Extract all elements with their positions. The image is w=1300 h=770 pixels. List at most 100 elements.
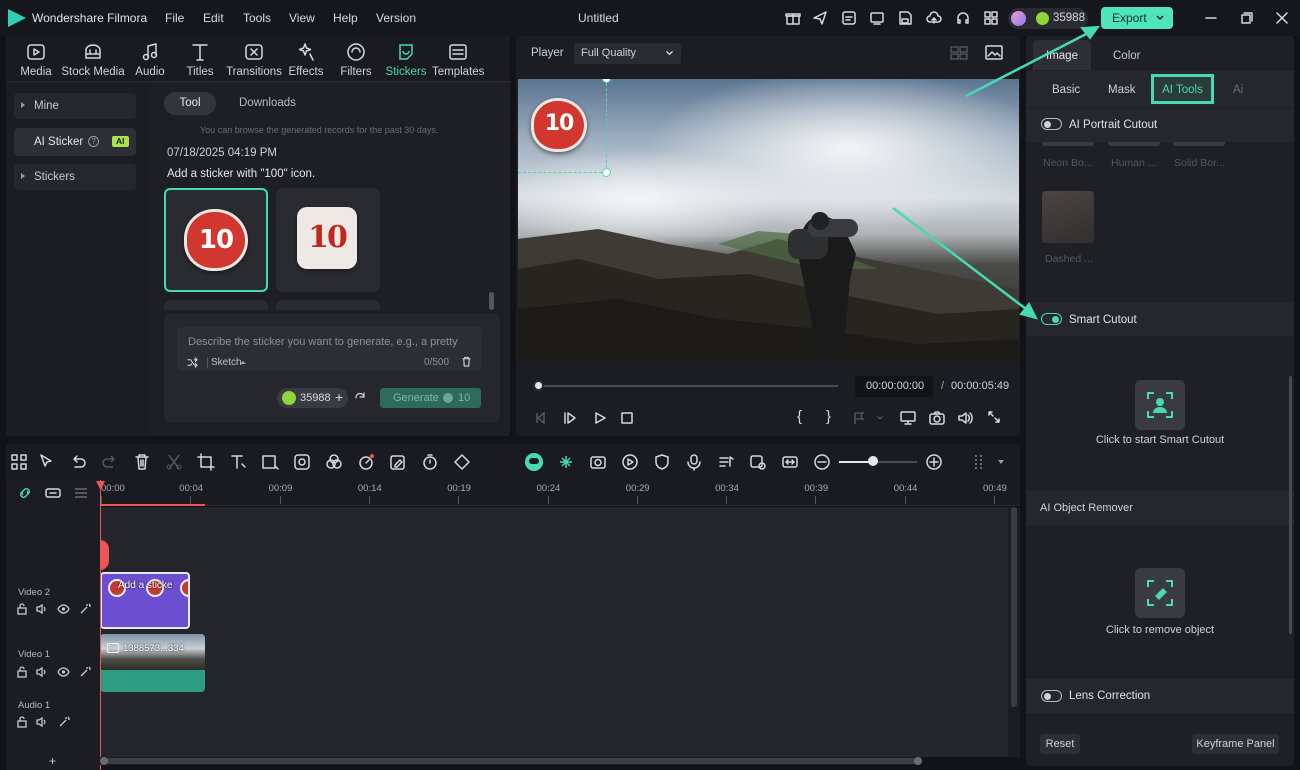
effect-thumb[interactable]	[1173, 142, 1225, 146]
minimize-icon[interactable]	[1205, 12, 1217, 24]
toolbar-filters[interactable]: Filters	[334, 42, 378, 80]
lock-icon[interactable]	[16, 716, 28, 728]
render-icon[interactable]	[621, 453, 639, 471]
tab-image[interactable]: Image	[1033, 40, 1091, 70]
smart-cutout-toggle[interactable]	[1041, 313, 1062, 325]
trash-icon[interactable]	[461, 356, 472, 367]
ai-assist-icon[interactable]	[525, 453, 543, 471]
marker-icon[interactable]	[852, 411, 866, 425]
redo-icon[interactable]	[101, 453, 119, 471]
credits-pill[interactable]: 35988	[1008, 8, 1088, 29]
toolbar-media[interactable]: Media	[14, 42, 58, 80]
video-clip[interactable]: 1388573...334	[100, 634, 205, 692]
tab-tool[interactable]: Tool	[164, 92, 216, 115]
zoom-out-icon[interactable]	[813, 453, 831, 471]
menu-file[interactable]: File	[165, 11, 184, 25]
help-circle-icon[interactable]: ?	[88, 136, 99, 147]
list-view-icon[interactable]	[971, 453, 989, 471]
shape-icon[interactable]	[261, 453, 279, 471]
subtab-mask[interactable]: Mask	[1108, 84, 1135, 96]
close-icon[interactable]	[1276, 12, 1288, 24]
magic-wand-icon[interactable]	[79, 666, 91, 678]
split-icon[interactable]	[165, 453, 183, 471]
zoom-in-icon[interactable]	[925, 453, 943, 471]
camera-icon[interactable]	[929, 410, 945, 426]
keyframe-icon[interactable]	[453, 453, 471, 471]
effect-thumb[interactable]	[1108, 142, 1160, 146]
playhead-line[interactable]	[100, 480, 101, 770]
caret-down-icon[interactable]	[998, 460, 1004, 464]
play-slow-icon[interactable]	[563, 411, 577, 425]
ai-color-icon[interactable]	[293, 453, 311, 471]
toolbar-stock-media[interactable]: Stock Media	[60, 42, 126, 80]
sticker-clip[interactable]: Add a sticke	[100, 572, 190, 629]
style-select[interactable]: Sketch	[207, 357, 242, 368]
tab-color[interactable]: Color	[1113, 50, 1140, 62]
select-tool-icon[interactable]	[38, 453, 56, 471]
sidebar-item-ai-sticker[interactable]: AI Sticker ? AI	[14, 128, 136, 156]
toolbar-stickers[interactable]: Stickers	[384, 42, 428, 80]
sticker-result-2[interactable]: 10	[276, 188, 380, 292]
link-icon[interactable]	[17, 486, 33, 500]
effect-thumb-dashed[interactable]	[1042, 191, 1094, 243]
export-button[interactable]: Export	[1101, 7, 1173, 29]
timer-icon[interactable]	[421, 453, 439, 471]
sidebar-item-stickers[interactable]: Stickers	[14, 164, 136, 190]
toolbar-titles[interactable]: Titles	[178, 42, 222, 80]
mark-out-icon[interactable]: }	[826, 408, 831, 425]
panel-scrollbar[interactable]	[1289, 376, 1292, 634]
volume-icon[interactable]	[957, 410, 973, 426]
smart-cutout-button[interactable]	[1135, 380, 1185, 430]
ai-tool-icon[interactable]	[841, 10, 857, 26]
toolbar-transitions[interactable]: Transitions	[226, 42, 282, 80]
effect-thumb[interactable]	[1042, 142, 1094, 146]
delete-icon[interactable]	[133, 453, 151, 471]
ai-portrait-toggle[interactable]	[1041, 118, 1062, 130]
prompt-input[interactable]: Describe the sticker you want to generat…	[177, 327, 481, 371]
magic-wand-icon[interactable]	[79, 603, 91, 615]
resize-handle[interactable]	[602, 168, 611, 177]
volume-icon[interactable]	[36, 603, 48, 615]
lock-icon[interactable]	[16, 603, 28, 615]
mark-in-icon[interactable]: {	[797, 408, 802, 425]
monitor-icon[interactable]	[869, 10, 885, 26]
video-preview[interactable]: 10	[518, 79, 1019, 361]
crop-icon[interactable]	[197, 453, 215, 471]
send-icon[interactable]	[812, 10, 828, 26]
add-track-button[interactable]: +	[49, 754, 56, 768]
playback-handle[interactable]	[533, 380, 544, 391]
snap-icon[interactable]	[557, 453, 575, 471]
toolbar-effects[interactable]: Effects	[284, 42, 328, 80]
zoom-slider-handle[interactable]	[868, 456, 878, 466]
eye-icon[interactable]	[57, 603, 70, 615]
eye-icon[interactable]	[57, 666, 70, 678]
playback-progress[interactable]	[538, 385, 838, 387]
prev-frame-icon[interactable]	[534, 411, 548, 425]
microphone-icon[interactable]	[685, 453, 703, 471]
grid-view-icon[interactable]	[950, 46, 968, 60]
auto-enhance-icon[interactable]	[589, 453, 607, 471]
shield-icon[interactable]	[653, 453, 671, 471]
timeline-scrollbar[interactable]	[1008, 507, 1020, 757]
results-scrollbar[interactable]	[489, 292, 494, 310]
toolbar-audio[interactable]: Audio	[128, 42, 172, 80]
smart-cutout-cta[interactable]: Click to start Smart Cutout	[1026, 434, 1294, 446]
fullscreen-icon[interactable]	[987, 410, 1001, 424]
fit-icon[interactable]	[781, 453, 799, 471]
menu-view[interactable]: View	[289, 11, 315, 25]
ai-speed-icon[interactable]	[357, 453, 375, 471]
subtab-ai-tools[interactable]: AI Tools	[1151, 74, 1214, 104]
menu-version[interactable]: Version	[376, 11, 416, 25]
restore-icon[interactable]	[1241, 12, 1253, 24]
credits-button[interactable]: 35988 +	[277, 388, 348, 408]
chevron-down-icon[interactable]	[876, 414, 884, 422]
track-manager-icon[interactable]	[74, 487, 88, 499]
display-icon[interactable]	[900, 410, 916, 426]
shuffle-icon[interactable]	[187, 357, 198, 368]
voice-over-icon[interactable]	[749, 453, 767, 471]
magic-wand-icon[interactable]	[58, 716, 70, 728]
text-icon[interactable]	[229, 453, 247, 471]
sidebar-item-mine[interactable]: Mine	[14, 93, 136, 119]
volume-icon[interactable]	[36, 716, 48, 728]
color-wheel-icon[interactable]	[325, 453, 343, 471]
